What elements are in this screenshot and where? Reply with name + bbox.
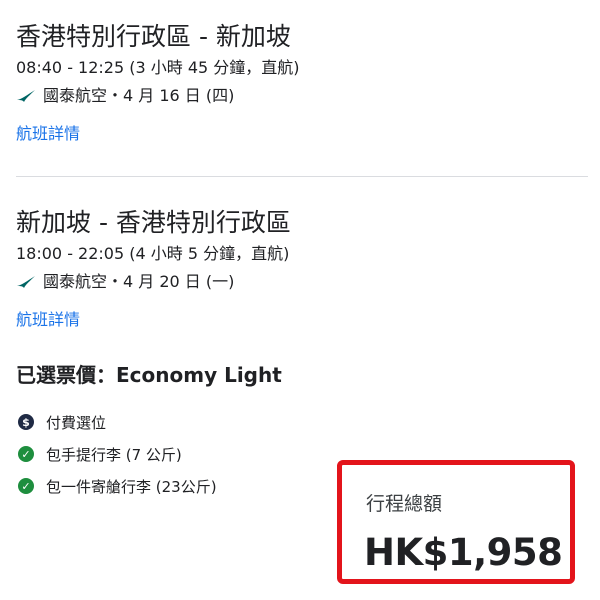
fare-features-list: $ 付費選位 ✓ 包手提行李 (7 公斤) ✓ 包一件寄艙行李 (23公斤) (18, 412, 217, 508)
section-divider (16, 176, 588, 177)
fare-feature-item: ✓ 包手提行李 (7 公斤) (18, 444, 217, 464)
cathay-logo-icon (17, 90, 35, 102)
dollar-icon: $ (18, 414, 34, 430)
inbound-airline-row: 國泰航空・4 月 20 日 (一) (16, 272, 588, 292)
cathay-logo-icon (17, 276, 35, 288)
inbound-airline-text: 國泰航空・4 月 20 日 (一) (43, 272, 235, 291)
inbound-route-title: 新加坡 - 香港特別行政區 (16, 208, 291, 237)
fare-feature-text: 包手提行李 (7 公斤) (46, 445, 182, 464)
check-icon: ✓ (18, 446, 34, 462)
outbound-flight: 香港特別行政區 - 新加坡 08:40 - 12:25 (3 小時 45 分鐘，… (16, 22, 588, 144)
selected-fare-title: 已選票價：Economy Light (16, 363, 282, 387)
outbound-flight-details-link[interactable]: 航班詳情 (16, 124, 80, 144)
outbound-airline-row: 國泰航空・4 月 16 日 (四) (16, 86, 588, 106)
inbound-times: 18:00 - 22:05 (4 小時 5 分鐘，直航) (16, 244, 290, 263)
fare-feature-text: 付費選位 (46, 413, 107, 432)
inbound-flight: 新加坡 - 香港特別行政區 18:00 - 22:05 (4 小時 5 分鐘，直… (16, 208, 588, 330)
outbound-route-title: 香港特別行政區 - 新加坡 (16, 22, 291, 51)
outbound-airline-text: 國泰航空・4 月 16 日 (四) (43, 86, 235, 105)
inbound-flight-details-link[interactable]: 航班詳情 (16, 310, 80, 330)
trip-total-label: 行程總額 (366, 493, 443, 515)
check-icon: ✓ (18, 478, 34, 494)
fare-feature-item: ✓ 包一件寄艙行李 (23公斤) (18, 476, 217, 496)
trip-total-box: 行程總額 HK$1,958 (337, 460, 575, 584)
trip-total-price: HK$1,958 (364, 531, 563, 574)
fare-feature-item: $ 付費選位 (18, 412, 217, 432)
fare-feature-text: 包一件寄艙行李 (23公斤) (46, 477, 217, 496)
outbound-times: 08:40 - 12:25 (3 小時 45 分鐘，直航) (16, 58, 300, 77)
